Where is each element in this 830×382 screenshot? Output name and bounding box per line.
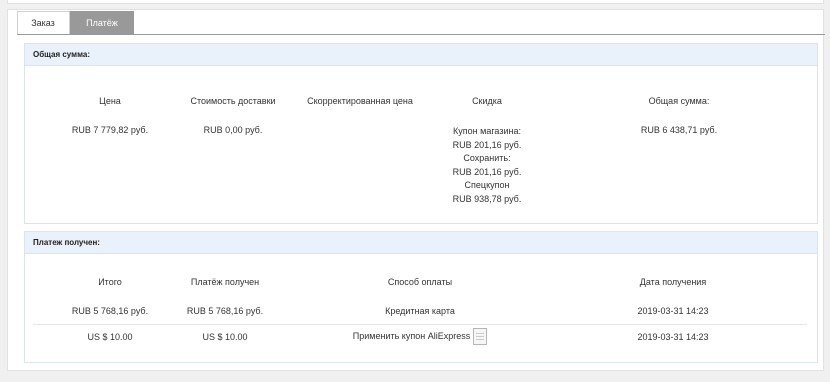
tab-payment[interactable]: Платёж [70, 11, 134, 35]
payment-received-title: Платеж получен: [25, 232, 817, 254]
tab-bar: Заказ Платёж [17, 11, 134, 35]
row-divider [33, 324, 807, 325]
total-header: Общая сумма: [648, 96, 710, 106]
row1-received: RUB 5 768,16 руб. [186, 306, 264, 316]
row1-method: Кредитная карта [385, 306, 455, 316]
payment-received-header: Платёж получен [190, 277, 260, 287]
row1-date: 2019-03-31 14:23 [637, 306, 709, 316]
document-icon[interactable] [473, 328, 488, 345]
shipping-value: RUB 0,00 руб. [203, 125, 263, 135]
order-detail-card: Заказ Платёж Общая сумма: Цена Стоимость… [7, 9, 825, 371]
shipping-header: Стоимость доставки [190, 96, 276, 106]
row2-received: US $ 10.00 [202, 332, 248, 342]
special-coupon-label: Спецкупон [464, 180, 510, 190]
store-coupon-value: RUB 201,16 руб. [452, 139, 522, 150]
discount-header: Скидка [472, 96, 502, 106]
total-value: RUB 6 438,71 руб. [640, 125, 718, 135]
payment-total-header: Итого [98, 277, 122, 287]
row1-total: RUB 5 768,16 руб. [71, 306, 149, 316]
payment-received-panel: Платеж получен: Итого Платёж получен Спо… [24, 231, 818, 363]
payment-method-header: Способ оплаты [387, 277, 453, 287]
total-summary-title: Общая сумма: [25, 44, 817, 66]
tab-underline [17, 34, 825, 35]
previous-section-edge [7, 0, 824, 4]
tab-order[interactable]: Заказ [17, 11, 70, 35]
adjusted-price-header: Скорректированная цена [307, 96, 413, 106]
discount-details: Купон магазина: RUB 201,16 руб. Сохранит… [425, 125, 549, 206]
price-value: RUB 7 779,82 руб. [71, 125, 149, 135]
row2-method: Применить купон AliExpress [352, 330, 471, 341]
special-coupon-value: RUB 938,78 руб. [452, 193, 522, 204]
row2-date: 2019-03-31 14:23 [637, 332, 709, 342]
total-summary-panel: Общая сумма: Цена Стоимость доставки Ско… [24, 43, 818, 224]
row2-total: US $ 10.00 [87, 332, 133, 342]
store-coupon-label: Купон магазина: [453, 126, 521, 136]
price-header: Цена [99, 96, 121, 106]
row2-method-cell: Применить купон AliExpress [325, 328, 515, 345]
savings-label: Сохранить: [463, 153, 511, 163]
payment-date-header: Дата получения [639, 277, 707, 287]
savings-value: RUB 201,16 руб. [452, 166, 522, 177]
